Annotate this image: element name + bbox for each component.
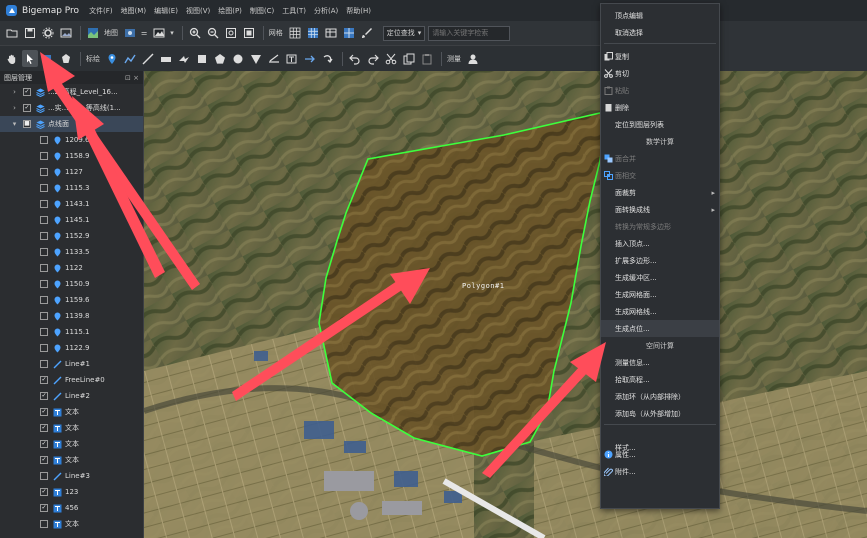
arrow-to-layer-item bbox=[72, 96, 165, 278]
arrow-to-polygon bbox=[232, 268, 430, 401]
arrow-to-generate-points bbox=[482, 342, 606, 478]
arrow-to-select-tool bbox=[40, 52, 200, 290]
annotation-arrows bbox=[40, 52, 606, 478]
